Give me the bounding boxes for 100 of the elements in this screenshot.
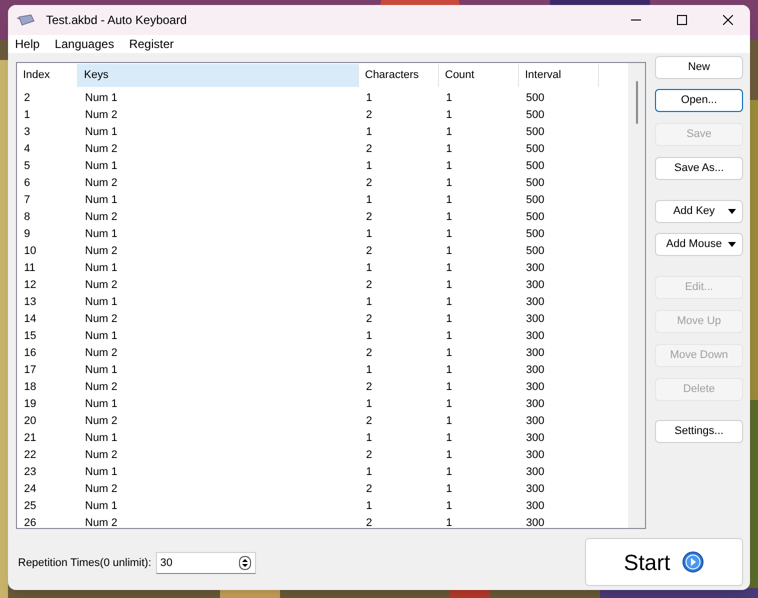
table-cell: 2 [366,448,372,460]
table-cell: 1 [366,160,372,172]
caret-icon [728,209,736,214]
table-cell: 1 [446,194,452,206]
table-cell: 1 [446,278,452,290]
table-cell: 1 [366,398,372,410]
table-cell: 16 [24,346,36,358]
table-cell: 9 [24,228,30,240]
table-cell: Num 2 [85,346,118,358]
table-cell: 10 [24,244,36,256]
table-cell: 1 [366,432,372,444]
table-cell: 1 [446,380,452,392]
menu-item[interactable]: Languages [54,35,114,53]
toolbar-button[interactable]: Settings... [655,420,743,443]
table-cell: 300 [526,516,544,528]
table-cell: 2 [366,380,372,392]
table-cell: 1 [446,500,452,512]
table-cell: Num 2 [85,380,118,392]
table-cell: 13 [24,296,36,308]
table-cell: 20 [24,414,36,426]
table-cell: Num 1 [85,92,118,104]
menu-item[interactable]: Register [129,35,174,53]
table-cell: 1 [366,92,372,104]
table-cell: 1 [366,296,372,308]
table-cell: 300 [526,296,544,308]
table-cell: 2 [366,142,372,154]
table-cell: 1 [446,210,452,222]
scrollbar[interactable] [628,63,645,528]
table-cell: 300 [526,482,544,494]
table-cell: 500 [526,92,544,104]
toolbar-button[interactable]: Open... [655,89,743,112]
menu-item[interactable]: Help [15,35,40,53]
table-cell: 500 [526,108,544,120]
table-cell: 1 [446,330,452,342]
toolbar-button[interactable]: Save As... [655,157,743,180]
table-cell: 300 [526,262,544,274]
table-cell: 2 [366,482,372,494]
close-icon[interactable] [723,15,733,25]
table-cell: 5 [24,160,30,172]
table-cell: 500 [526,160,544,172]
table-cell: 500 [526,142,544,154]
table-cell: 2 [366,346,372,358]
table-cell: 1 [366,126,372,138]
table-cell: Num 1 [85,364,118,376]
table-cell: 1 [446,466,452,478]
table-cell: Num 2 [85,448,118,460]
table-cell: Num 1 [85,194,118,206]
table-cell: 18 [24,380,36,392]
table-cell: 1 [366,466,372,478]
table-cell: 2 [366,176,372,188]
toolbar-button[interactable]: Add Mouse [655,233,743,256]
table-cell: Num 1 [85,262,118,274]
table-cell: 500 [526,210,544,222]
table-cell: Num 2 [85,108,118,120]
table-cell: 500 [526,244,544,256]
table-cell: 500 [526,194,544,206]
table-cell: 8 [24,210,30,222]
start-button[interactable]: Start [585,538,743,586]
table-cell: 1 [366,364,372,376]
table-cell: 1 [366,228,372,240]
spin-arrows-icon[interactable] [239,556,252,570]
table-cell: 1 [446,176,452,188]
table-cell: 500 [526,126,544,138]
table-cell: 15 [24,330,36,342]
table-cell: Num 1 [85,126,118,138]
keyboard-icon [17,14,35,26]
play-icon [682,551,704,573]
table-cell: 1 [366,500,372,512]
table-cell: 300 [526,330,544,342]
toolbar-button[interactable]: Add Key [655,200,743,223]
table-cell: Num 1 [85,500,118,512]
table-cell: 300 [526,448,544,460]
table-cell: Num 1 [85,466,118,478]
table-cell: 2 [366,210,372,222]
table-cell: 26 [24,516,36,528]
table-cell: 23 [24,466,36,478]
table-cell: 300 [526,500,544,512]
table-cell: 1 [446,432,452,444]
table-cell: Num 2 [85,414,118,426]
table-cell: 2 [366,244,372,256]
table-cell: 1 [446,482,452,494]
column-header[interactable]: Keys [78,64,359,87]
table-cell: 1 [446,516,452,528]
table-cell: 2 [366,278,372,290]
table-cell: Num 1 [85,432,118,444]
table-cell: 500 [526,228,544,240]
table-cell: Num 1 [85,330,118,342]
repetition-spinbox[interactable]: 30 [156,552,256,574]
maximize-icon[interactable] [677,15,687,25]
toolbar-button[interactable]: New [655,56,743,79]
table-cell: Num 2 [85,516,118,528]
table-cell: Num 1 [85,398,118,410]
table-cell: 300 [526,364,544,376]
table-cell: 14 [24,312,36,324]
table-cell: Num 1 [85,228,118,240]
table-cell: 2 [366,312,372,324]
table-cell: 12 [24,278,36,290]
table-cell: 1 [446,92,452,104]
table-cell: 2 [366,414,372,426]
repetition-label: Repetition Times(0 unlimit): [18,556,152,571]
